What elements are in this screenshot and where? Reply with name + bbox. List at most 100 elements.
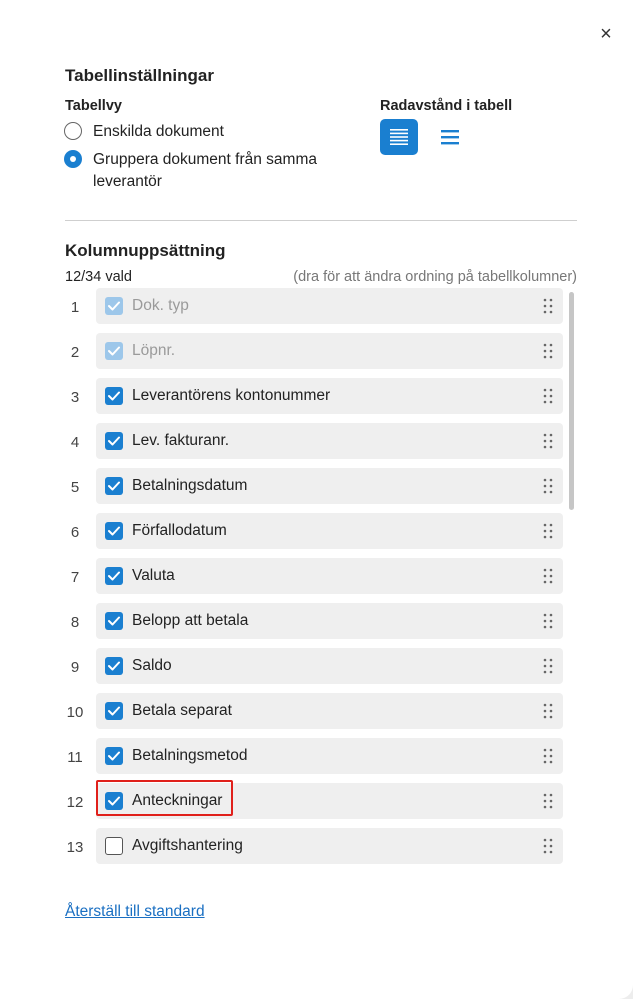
column-item[interactable]: Betalningsmetod xyxy=(96,738,563,774)
drag-handle-icon[interactable] xyxy=(543,657,553,675)
compact-spacing-button[interactable] xyxy=(380,119,418,155)
checkbox-checked-icon[interactable] xyxy=(105,702,123,720)
drag-handle-icon[interactable] xyxy=(543,387,553,405)
column-row-number: 3 xyxy=(70,389,80,406)
drag-handle-icon[interactable] xyxy=(543,432,553,450)
row-spacing-heading: Radavstånd i tabell xyxy=(380,98,513,114)
column-row[interactable]: 9 Saldo xyxy=(58,648,568,684)
selected-count: 12/34 vald xyxy=(65,269,132,285)
close-icon[interactable]: × xyxy=(596,24,616,44)
column-row-number: 12 xyxy=(66,794,84,811)
checkbox-checked-icon xyxy=(105,342,123,360)
checkbox-checked-icon xyxy=(105,297,123,315)
column-item-label: Leverantörens kontonummer xyxy=(132,387,331,404)
column-row-number: 1 xyxy=(70,299,80,316)
column-row[interactable]: 5 Betalningsdatum xyxy=(58,468,568,504)
column-item-label: Förfallodatum xyxy=(132,522,227,539)
radio-label: Enskilda dokument xyxy=(93,123,224,140)
column-item[interactable]: Valuta xyxy=(96,558,563,594)
column-item[interactable]: Lev. fakturanr. xyxy=(96,423,563,459)
column-item[interactable]: Saldo xyxy=(96,648,563,684)
column-item-label: Anteckningar xyxy=(132,792,223,809)
column-row-number: 2 xyxy=(70,344,80,361)
column-item-label: Lev. fakturanr. xyxy=(132,432,230,449)
checkbox-checked-icon[interactable] xyxy=(105,387,123,405)
column-list[interactable]: 1 Dok. typ 2 Löpnr. 3 Leverantörens kontonumm… xyxy=(58,287,576,873)
column-item[interactable]: Dok. typ xyxy=(96,288,563,324)
checkbox-checked-icon[interactable] xyxy=(105,612,123,630)
dialog-title: Tabellinställningar xyxy=(65,66,214,85)
radio-option-individual[interactable]: Enskilda dokument xyxy=(64,121,353,143)
checkbox-checked-icon[interactable] xyxy=(105,792,123,810)
checkbox-checked-icon[interactable] xyxy=(105,657,123,675)
spacious-spacing-button[interactable] xyxy=(431,119,469,155)
column-row-number: 9 xyxy=(70,659,80,676)
column-row-number: 10 xyxy=(66,704,84,721)
column-item-label: Betalningsdatum xyxy=(132,477,248,494)
column-row[interactable]: 10 Betala separat xyxy=(58,693,568,729)
checkbox-unchecked-icon[interactable] xyxy=(105,837,123,855)
column-item[interactable]: Förfallodatum xyxy=(96,513,563,549)
column-row-number: 8 xyxy=(70,614,80,631)
column-row-number: 7 xyxy=(70,569,80,586)
column-row[interactable]: 12 Anteckningar xyxy=(58,783,568,819)
column-row[interactable]: 11 Betalningsmetod xyxy=(58,738,568,774)
scrollbar-thumb[interactable] xyxy=(569,292,574,510)
column-item-label: Belopp att betala xyxy=(132,612,249,629)
column-row[interactable]: 6 Förfallodatum xyxy=(58,513,568,549)
column-row-number: 6 xyxy=(70,524,80,541)
drag-handle-icon[interactable] xyxy=(543,477,553,495)
radio-option-group[interactable]: Gruppera dokument från samma leverantör xyxy=(64,149,353,193)
table-view-heading: Tabellvy xyxy=(65,98,122,114)
column-item[interactable]: Betala separat xyxy=(96,693,563,729)
column-item-label: Dok. typ xyxy=(132,297,189,314)
spacious-lines-icon xyxy=(441,130,459,145)
checkbox-checked-icon[interactable] xyxy=(105,477,123,495)
column-item[interactable]: Löpnr. xyxy=(96,333,563,369)
column-row[interactable]: 3 Leverantörens kontonummer xyxy=(58,378,568,414)
checkbox-checked-icon[interactable] xyxy=(105,747,123,765)
drag-handle-icon[interactable] xyxy=(543,567,553,585)
column-item[interactable]: Anteckningar xyxy=(96,783,563,819)
drag-handle-icon[interactable] xyxy=(543,792,553,810)
column-item-label: Valuta xyxy=(132,567,175,584)
column-row-number: 11 xyxy=(67,749,83,766)
checkbox-checked-icon[interactable] xyxy=(105,522,123,540)
checkbox-checked-icon[interactable] xyxy=(105,567,123,585)
column-row[interactable]: 8 Belopp att betala xyxy=(58,603,568,639)
column-item-label: Löpnr. xyxy=(132,342,176,359)
drag-handle-icon[interactable] xyxy=(543,297,553,315)
column-row-number: 4 xyxy=(70,434,80,451)
column-row[interactable]: 7 Valuta xyxy=(58,558,568,594)
drag-handle-icon[interactable] xyxy=(543,342,553,360)
column-item[interactable]: Leverantörens kontonummer xyxy=(96,378,563,414)
drag-handle-icon[interactable] xyxy=(543,612,553,630)
compact-lines-icon xyxy=(390,129,408,145)
radio-unselected-icon[interactable] xyxy=(64,122,82,140)
column-item-label: Betala separat xyxy=(132,702,232,719)
section-divider xyxy=(65,220,577,221)
drag-handle-icon[interactable] xyxy=(543,747,553,765)
column-item-label: Saldo xyxy=(132,657,172,674)
column-row-number: 5 xyxy=(70,479,80,496)
column-item[interactable]: Betalningsdatum xyxy=(96,468,563,504)
column-setup-heading: Kolumnuppsättning xyxy=(65,241,226,260)
column-item-label: Betalningsmetod xyxy=(132,747,248,764)
table-settings-dialog: × Tabellinställningar Tabellvy Enskilda … xyxy=(0,0,633,999)
drag-handle-icon[interactable] xyxy=(543,837,553,855)
radio-selected-icon[interactable] xyxy=(64,150,82,168)
radio-label: Gruppera dokument från samma leverantör xyxy=(93,151,317,190)
column-row[interactable]: 4 Lev. fakturanr. xyxy=(58,423,568,459)
reset-to-default-link[interactable]: Återställ till standard xyxy=(65,903,205,921)
drag-handle-icon[interactable] xyxy=(543,702,553,720)
column-row-number: 13 xyxy=(66,839,84,856)
column-row[interactable]: 13 Avgiftshantering xyxy=(58,828,568,864)
checkbox-checked-icon[interactable] xyxy=(105,432,123,450)
drag-hint: (dra för att ändra ordning på tabellkolu… xyxy=(293,269,577,285)
column-item[interactable]: Avgiftshantering xyxy=(96,828,563,864)
column-row[interactable]: 1 Dok. typ xyxy=(58,288,568,324)
column-item-label: Avgiftshantering xyxy=(132,837,243,854)
column-item[interactable]: Belopp att betala xyxy=(96,603,563,639)
column-row[interactable]: 2 Löpnr. xyxy=(58,333,568,369)
drag-handle-icon[interactable] xyxy=(543,522,553,540)
